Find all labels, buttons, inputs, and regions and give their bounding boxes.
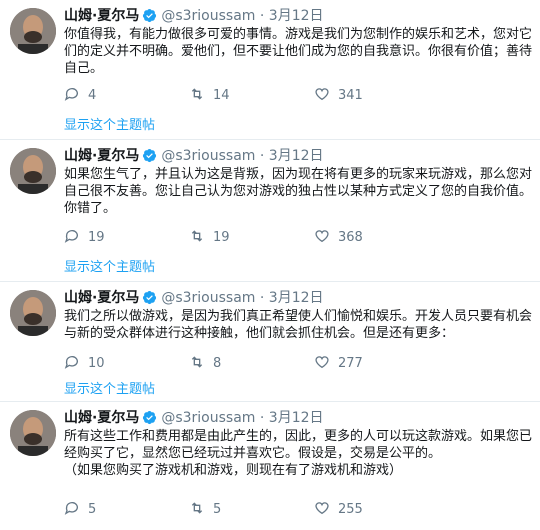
tweet-text: 我们之所以做游戏，是因为我们真正希望使人们愉悦和娱乐。开发人员只要有机会与新的受… (64, 309, 533, 341)
show-thread-link[interactable]: 显示这个主题帖 (64, 118, 155, 134)
reply-count: 19 (88, 230, 105, 245)
retweet-button[interactable]: 8 (189, 354, 221, 373)
author-name[interactable]: 山姆·夏尔马 (64, 410, 139, 426)
retweet-count: 5 (213, 502, 222, 517)
tweet-3[interactable]: 山姆·夏尔马 @s3rioussam · 3月12日 我们之所以做游戏，是因为我们… (0, 282, 540, 402)
tweet-date[interactable]: 3月12日 (269, 410, 324, 426)
retweet-icon (191, 88, 203, 100)
like-button[interactable]: 277 (314, 354, 363, 373)
show-thread-link[interactable]: 显示这个主题帖 (64, 260, 155, 276)
tweet-text: 如果您生气了，并且认为这是背叛，因为现在将有更多的玩家来玩游戏，那么您对自己很不… (64, 167, 533, 216)
retweet-count: 8 (213, 356, 222, 371)
tweet-header: 山姆·夏尔马 @s3rioussam · 3月12日 (64, 408, 324, 428)
reply-button[interactable]: 4 (64, 86, 96, 105)
retweet-count: 19 (213, 230, 230, 245)
reply-button[interactable]: 10 (64, 354, 105, 373)
like-icon (315, 230, 329, 243)
tweet-header: 山姆·夏尔马 @s3rioussam · 3月12日 (64, 146, 324, 166)
tweet-2[interactable]: 山姆·夏尔马 @s3rioussam · 3月12日 如果您生气了，并且认为这是背… (0, 140, 540, 282)
reply-button[interactable]: 19 (64, 228, 105, 247)
separator: · (259, 148, 265, 164)
tweet-date[interactable]: 3月12日 (269, 290, 324, 306)
like-icon (315, 502, 329, 515)
like-icon (315, 88, 329, 101)
like-count: 277 (338, 356, 363, 371)
verified-badge-icon (142, 148, 157, 163)
tweet-1[interactable]: 山姆·夏尔马 @s3rioussam · 3月12日 你值得我，有能力做很多可爱的… (0, 0, 540, 140)
verified-badge-icon (142, 410, 157, 425)
tweet-date[interactable]: 3月12日 (269, 8, 324, 24)
reply-count: 4 (88, 88, 97, 103)
avatar[interactable] (10, 410, 56, 456)
reply-icon (64, 230, 78, 243)
reply-icon (64, 502, 78, 515)
like-count: 341 (338, 88, 363, 103)
like-button[interactable]: 368 (314, 228, 363, 247)
author-handle[interactable]: @s3rioussam (161, 410, 255, 426)
tweet-header: 山姆·夏尔马 @s3rioussam · 3月12日 (64, 6, 324, 26)
author-name[interactable]: 山姆·夏尔马 (64, 148, 139, 164)
tweet-text: 你值得我，有能力做很多可爱的事情。游戏是我们为您制作的娱乐和艺术，您对它们的定义… (64, 27, 533, 76)
reply-icon (64, 356, 78, 369)
separator: · (259, 8, 265, 24)
show-thread-link[interactable]: 显示这个主题帖 (64, 382, 155, 398)
author-handle[interactable]: @s3rioussam (161, 290, 255, 306)
tweet-header: 山姆·夏尔马 @s3rioussam · 3月12日 (64, 288, 324, 308)
separator: · (259, 290, 265, 306)
avatar[interactable] (10, 290, 56, 336)
reply-count: 5 (88, 502, 97, 517)
author-name[interactable]: 山姆·夏尔马 (64, 290, 139, 306)
retweet-button[interactable]: 5 (189, 500, 221, 519)
retweet-count: 14 (213, 88, 230, 103)
verified-badge-icon (142, 290, 157, 305)
like-count: 368 (338, 230, 363, 245)
like-button[interactable]: 341 (314, 86, 363, 105)
retweet-button[interactable]: 14 (189, 86, 230, 105)
retweet-icon (191, 356, 203, 368)
retweet-icon (191, 230, 203, 242)
like-count: 255 (338, 502, 363, 517)
tweet-text: 所有这些工作和费用都是由此产生的，因此，更多的人可以玩这款游戏。如果您已经购买了… (64, 429, 533, 478)
verified-badge-icon (142, 8, 157, 23)
reply-button[interactable]: 5 (64, 500, 96, 519)
author-handle[interactable]: @s3rioussam (161, 8, 255, 24)
reply-icon (64, 88, 78, 101)
retweet-icon (191, 502, 203, 514)
separator: · (259, 410, 265, 426)
author-handle[interactable]: @s3rioussam (161, 148, 255, 164)
retweet-button[interactable]: 19 (189, 228, 230, 247)
author-name[interactable]: 山姆·夏尔马 (64, 8, 139, 24)
reply-count: 10 (88, 356, 105, 371)
tweet-date[interactable]: 3月12日 (269, 148, 324, 164)
avatar[interactable] (10, 8, 56, 54)
avatar[interactable] (10, 148, 56, 194)
like-button[interactable]: 255 (314, 500, 363, 519)
like-icon (315, 356, 329, 369)
tweet-4[interactable]: 山姆·夏尔马 @s3rioussam · 3月12日 所有这些工作和费用都是由此产… (0, 402, 540, 530)
